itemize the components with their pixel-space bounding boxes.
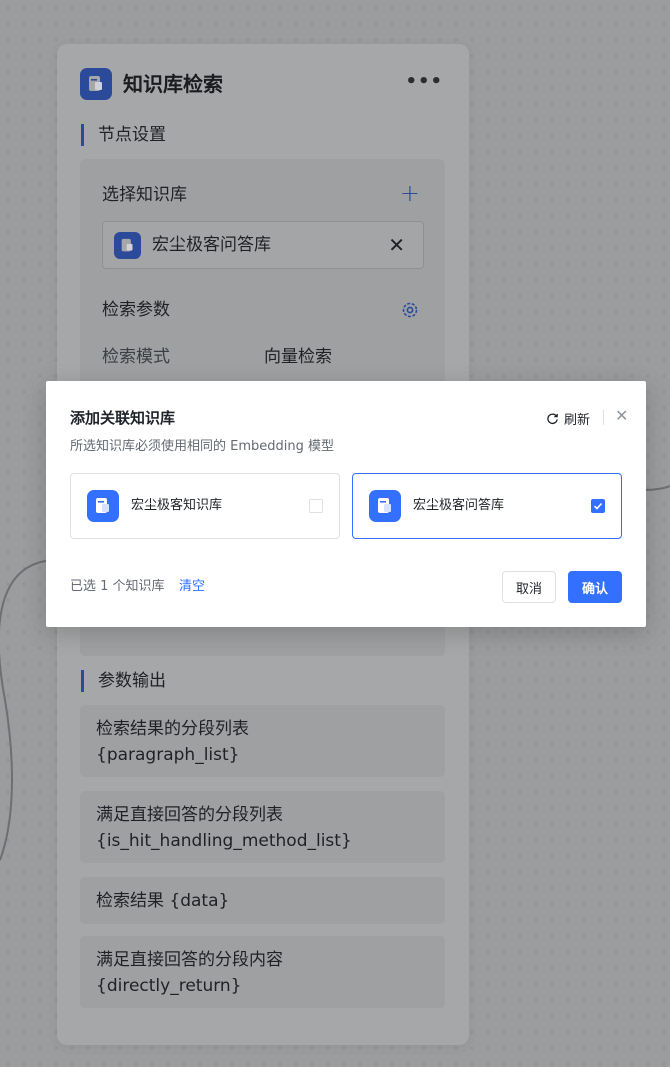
header-divider <box>603 410 604 425</box>
cancel-button[interactable]: 取消 <box>502 571 556 603</box>
gear-icon[interactable] <box>400 300 420 320</box>
checkmark-icon <box>593 502 603 510</box>
kb-option-checkbox[interactable] <box>309 499 323 513</box>
kb-option-card[interactable]: 宏尘极客问答库 <box>352 473 622 539</box>
node-title: 知识库检索 <box>123 72 223 96</box>
dialog-title: 添加关联知识库 <box>70 409 176 427</box>
output-item: 满足直接回答的分段内容 {directly_return} <box>80 936 445 1008</box>
add-kb-button[interactable]: + <box>400 181 420 205</box>
selected-kb-chip: 宏尘极客问答库 ✕ <box>102 221 424 269</box>
output-item: 检索结果的分段列表 {paragraph_list} <box>80 705 445 777</box>
search-params-label: 检索参数 <box>102 300 170 320</box>
node-settings-heading: 节点设置 <box>81 124 166 146</box>
output-variable: {directly_return} <box>96 976 242 996</box>
close-icon[interactable]: ✕ <box>615 406 628 426</box>
search-mode-label: 检索模式 <box>102 347 170 367</box>
output-item: 满足直接回答的分段列表 {is_hit_handling_method_list… <box>80 791 445 863</box>
knowledge-base-icon <box>369 490 401 522</box>
select-kb-label: 选择知识库 <box>102 185 187 205</box>
dialog-subtitle: 所选知识库必须使用相同的 Embedding 模型 <box>70 439 334 454</box>
search-mode-value: 向量检索 <box>264 347 332 367</box>
selected-kb-name: 宏尘极客问答库 <box>152 235 271 255</box>
refresh-button[interactable]: 刷新 <box>546 408 590 428</box>
more-options-button[interactable]: ••• <box>405 72 443 92</box>
kb-option-name: 宏尘极客知识库 <box>131 498 223 513</box>
output-variable: {is_hit_handling_method_list} <box>96 831 352 851</box>
confirm-button[interactable]: 确认 <box>568 571 622 603</box>
knowledge-base-icon <box>87 490 119 522</box>
output-label: 检索结果的分段列表 <box>96 719 249 739</box>
kb-option-card[interactable]: 宏尘极客知识库 <box>70 473 340 539</box>
selected-count: 已选 1 个知识库 <box>70 579 165 594</box>
kb-option-checkbox[interactable] <box>591 499 605 513</box>
output-params-heading: 参数输出 <box>81 670 166 692</box>
refresh-icon <box>547 412 558 424</box>
clear-selection-link[interactable]: 清空 <box>179 578 205 596</box>
kb-option-name: 宏尘极客问答库 <box>413 498 505 513</box>
refresh-label: 刷新 <box>564 412 591 428</box>
knowledge-base-icon <box>114 232 141 259</box>
output-item: 检索结果 {data} <box>80 877 445 924</box>
knowledge-base-icon <box>80 68 112 100</box>
output-label: 满足直接回答的分段内容 <box>96 950 283 970</box>
output-label: 满足直接回答的分段列表 <box>96 805 283 825</box>
output-label: 检索结果 {data} <box>96 891 230 911</box>
add-kb-dialog: 添加关联知识库 刷新 ✕ 所选知识库必须使用相同的 Embedding 模型 宏… <box>46 381 646 627</box>
remove-kb-button[interactable]: ✕ <box>388 234 405 256</box>
output-variable: {paragraph_list} <box>96 745 240 765</box>
